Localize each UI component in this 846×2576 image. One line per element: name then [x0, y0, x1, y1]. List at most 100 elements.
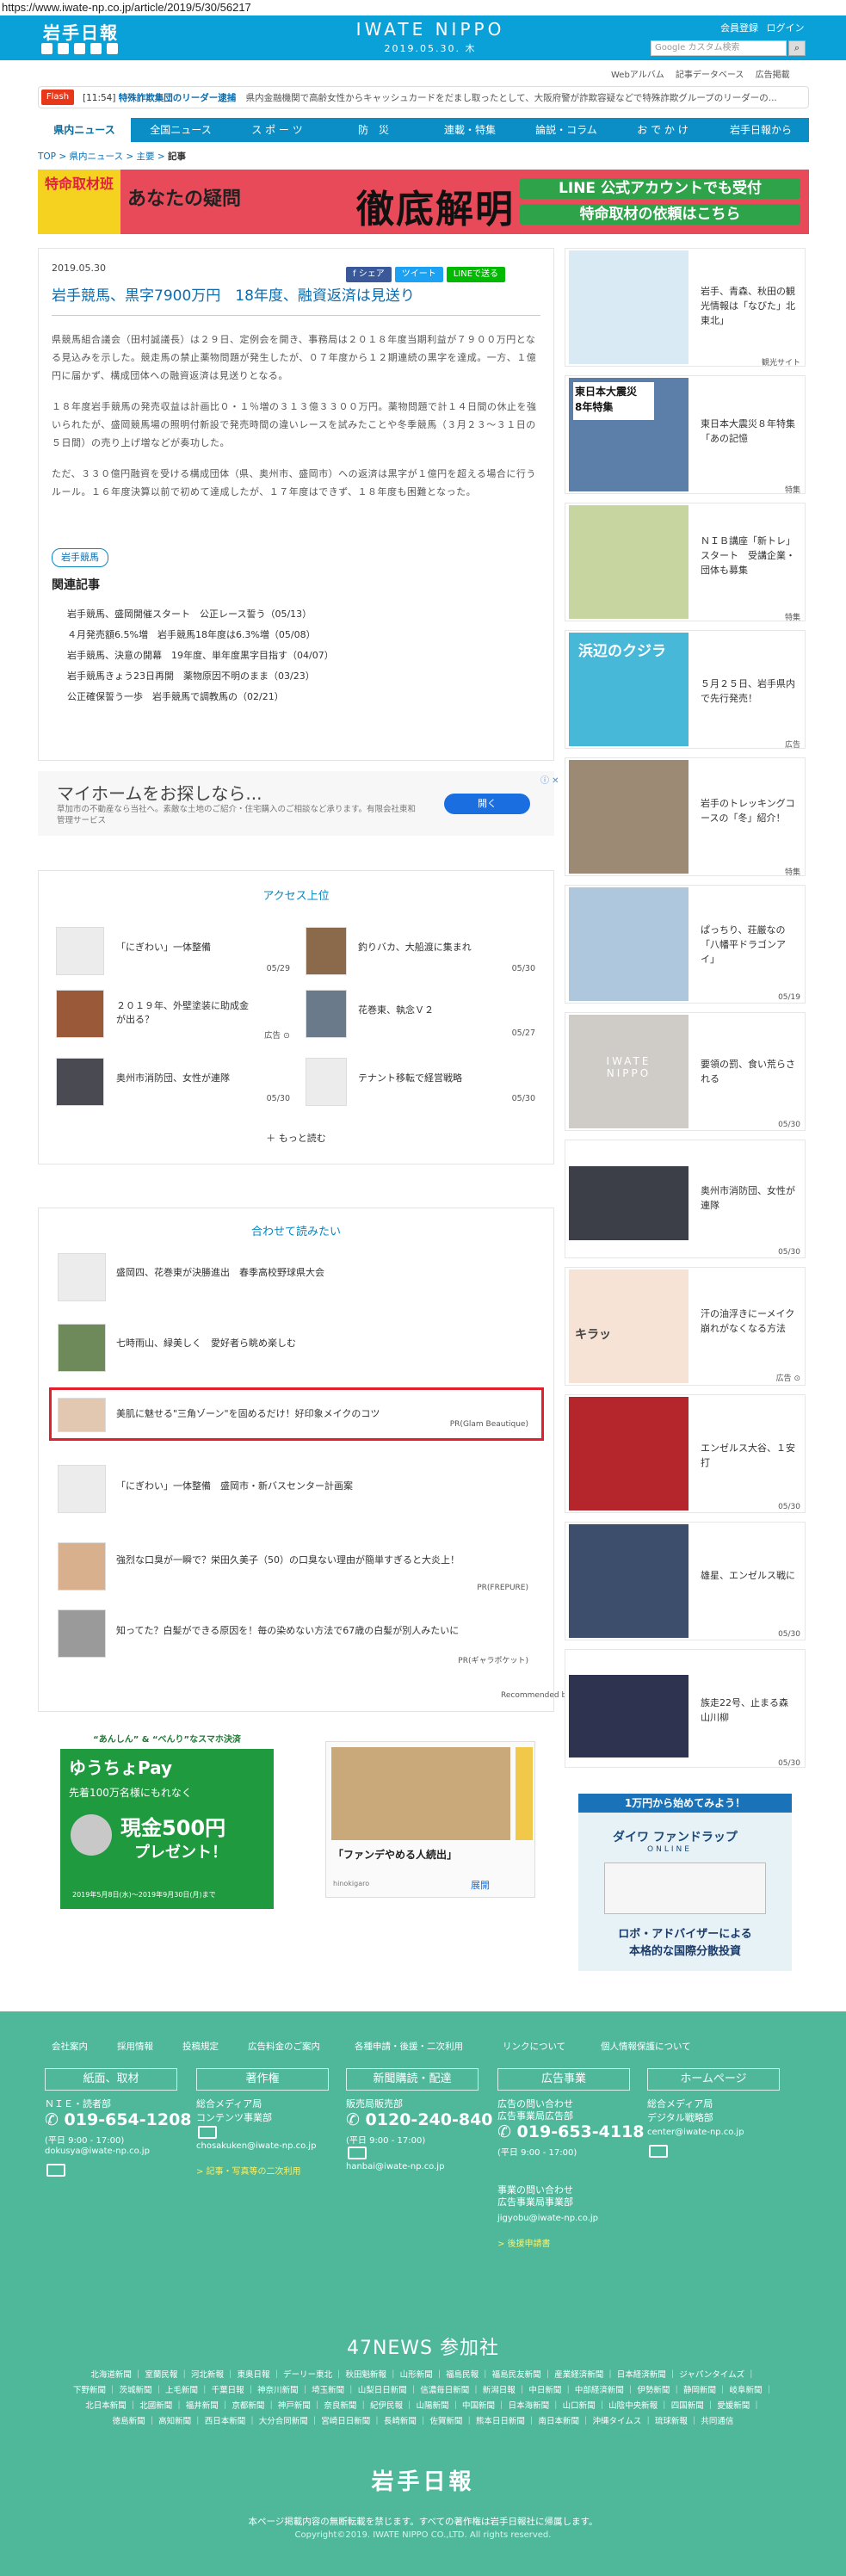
recommended-item[interactable]: 七時雨山、緑美しく 愛好者ら眺め楽しむ: [116, 1336, 296, 1350]
ranking-item-title[interactable]: 奥州市消防団、女性が連隊: [116, 1071, 230, 1084]
ad-placement-link[interactable]: 広告掲載: [756, 71, 790, 80]
footer-col3-phone[interactable]: ✆ 0120-240-840: [346, 2110, 493, 2129]
tab-series[interactable]: 連載・特集: [423, 118, 516, 142]
sidebar-card-text[interactable]: ＮＩＢ講座「新トレ」スタート 受講企業・団体も募集: [701, 534, 797, 578]
yucho-pay-ad[interactable]: “あんしん” & “べんり”なスマホ決済 ゆうちょPay 先着100万名様にもれ…: [60, 1732, 274, 1909]
ad-open-button[interactable]: 開く: [444, 794, 530, 814]
member-papers[interactable]: 徳島新聞 ｜ 高知新聞 ｜ 西日本新聞 ｜ 大分合同新聞 ｜ 宮崎日日新聞 ｜ …: [52, 2415, 794, 2428]
member-papers[interactable]: 北日本新聞 ｜ 北國新聞 ｜ 福井新聞 ｜ 京都新聞 ｜ 神戸新聞 ｜ 奈良新聞…: [52, 2400, 794, 2412]
ranking-item-title[interactable]: 釣りバカ、大船渡に集まれ: [358, 940, 472, 954]
youtube-icon[interactable]: [107, 43, 118, 54]
sidebar-card-text[interactable]: エンゼルス大谷、１安打: [701, 1441, 797, 1470]
footer-logo[interactable]: 岩手日報: [0, 2464, 846, 2496]
ranking-item-title[interactable]: 花巻東、執念Ｖ２: [358, 1003, 434, 1016]
article-thumbnail[interactable]: [58, 1465, 106, 1513]
banner-request-button[interactable]: 特命取材の依頼はこちら: [520, 204, 800, 225]
read-more-button[interactable]: ＋ もっと読む: [38, 1131, 554, 1145]
sidebar-card-text[interactable]: ５月２５日、岩手県内で先行発売！: [701, 676, 797, 706]
ranking-item-title[interactable]: ２０１９年、外壁塗装に助成金が出る？: [116, 998, 254, 1026]
article-thumbnail[interactable]: [56, 1058, 104, 1106]
sidebar-card-text[interactable]: 岩手のトレッキングコースの「冬」紹介！: [701, 796, 797, 825]
sidebar-card-text[interactable]: 奥州市消防団、女性が連隊: [701, 1183, 797, 1213]
search-icon[interactable]: ⌕: [788, 40, 806, 56]
member-papers[interactable]: 北海道新聞 ｜ 室蘭民報 ｜ 河北新報 ｜ 東奥日報 ｜ デーリー東北 ｜ 秋田…: [52, 2369, 794, 2381]
recommended-item[interactable]: 「にぎわい」一体整備 盛岡市・新バスセンター計画案: [116, 1479, 353, 1492]
sidebar-card-text[interactable]: 要領の罰、食い荒らされる: [701, 1057, 797, 1086]
tab-sports[interactable]: ス ポ ー ツ: [231, 118, 324, 142]
sidebar-card-text[interactable]: 族走22号、止まる森山川柳: [701, 1696, 797, 1725]
facebook-icon[interactable]: [58, 43, 69, 54]
tab-outing[interactable]: お で か け: [616, 118, 709, 142]
ad-close-icon[interactable]: ⓘ ✕: [540, 773, 559, 786]
tab-from-iwate-nippo[interactable]: 岩手日報から: [713, 118, 809, 142]
article-thumbnail[interactable]: [58, 1609, 106, 1658]
footer-link-privacy[interactable]: 個人情報保護について: [601, 2040, 691, 2053]
ad-title[interactable]: マイホームをお探しなら...: [57, 780, 262, 805]
site-logo[interactable]: 岩手日報: [43, 19, 119, 44]
instagram-icon[interactable]: [90, 43, 102, 54]
sidebar-card-text[interactable]: 雄星、エンゼルス戦に: [701, 1568, 797, 1583]
tag-iwate-keiba[interactable]: 岩手競馬: [52, 548, 108, 567]
article-thumbnail[interactable]: [58, 1542, 106, 1591]
footer-col1-phone[interactable]: ✆ 019-654-1208: [45, 2110, 192, 2129]
related-article-link[interactable]: 公正確保誓う一歩 岩手競馬で調教馬の（02/21）: [67, 689, 284, 703]
browser-url[interactable]: https://www.iwate-np.co.jp/article/2019/…: [0, 0, 846, 15]
flash-news[interactable]: [11:54] 特殊詐欺集団のリーダー逮捕 県内金融機関で高齢女性からキャッシュ…: [83, 91, 797, 104]
footer-link-applications[interactable]: 各種申請・後援・二次利用: [355, 2040, 463, 2053]
breadcrumb-main[interactable]: 主要: [137, 151, 155, 162]
recommended-item[interactable]: 強烈な口臭が一瞬で？栄田久美子（50）の口臭ない理由が簡単すぎると大炎上！: [116, 1553, 460, 1566]
article-thumbnail[interactable]: [56, 927, 104, 975]
footer-col2-link[interactable]: > 記事・写真等の二次利用: [196, 2164, 301, 2177]
flash-headline[interactable]: 特殊詐欺集団のリーダー逮捕: [119, 93, 237, 103]
tab-column[interactable]: 論説・コラム: [520, 118, 613, 142]
article-thumbnail[interactable]: [306, 990, 347, 1038]
article-thumbnail[interactable]: [306, 927, 347, 975]
article-thumbnail[interactable]: [56, 990, 104, 1038]
twitter-icon[interactable]: [41, 43, 52, 54]
footer-col5-mail[interactable]: center@iwate-np.co.jp: [647, 2128, 744, 2137]
banner-line-button[interactable]: LINE 公式アカウントでも受付: [520, 178, 800, 199]
furniture-ad[interactable]: 「ファンデやめる人続出」 hinokigaro 展開: [325, 1741, 535, 1898]
related-article-link[interactable]: ４月発売額6.5%増 岩手競馬18年度は6.3%増（05/08）: [67, 627, 316, 641]
footer-col4-phone[interactable]: ✆ 019-653-4118: [497, 2122, 645, 2141]
sidebar-card-text[interactable]: 汗の油浮きにーメイク崩れがなくなる方法: [701, 1307, 797, 1336]
login-link[interactable]: ログイン: [767, 22, 805, 34]
footer-col3-mail[interactable]: hanbai@iwate-np.co.jp: [346, 2162, 444, 2171]
furniture-ad-expand[interactable]: 展開: [471, 1878, 490, 1892]
daiwa-fundwrap-ad[interactable]: 1万円から始めてみよう！ ダイワ ファンドラップ ONLINE ロボ・アドバイザ…: [578, 1794, 792, 1971]
related-article-link[interactable]: 岩手競馬、決意の開幕 19年度、単年度黒字目指す（04/07）: [67, 648, 334, 662]
related-article-link[interactable]: 岩手競馬、盛岡開催スタート 公正レース誓う（05/13）: [67, 607, 312, 621]
recommended-item[interactable]: 盛岡四、花巻東が決勝進出 春季高校野球県大会: [116, 1265, 324, 1279]
facebook-share-button[interactable]: f シェア: [346, 267, 392, 282]
database-link[interactable]: 記事データベース: [676, 71, 744, 80]
ranking-item-title[interactable]: テナント移転で経営戦略: [358, 1071, 462, 1084]
sidebar-card-text[interactable]: 東日本大震災８年特集「あの記憶: [701, 417, 797, 446]
tab-disaster[interactable]: 防 災: [327, 118, 420, 142]
footer-link-company[interactable]: 会社案内: [52, 2040, 88, 2053]
mail-icon[interactable]: [348, 2147, 367, 2159]
footer-col2-mail[interactable]: chosakuken@iwate-np.co.jp: [196, 2141, 316, 2151]
footer-col1-mail[interactable]: dokusya@iwate-np.co.jp: [45, 2147, 150, 2156]
breadcrumb-top[interactable]: TOP: [38, 151, 56, 162]
article-thumbnail[interactable]: [58, 1324, 106, 1372]
recommended-item[interactable]: 知ってた？白髪ができる原因を！毎の染めない方法で67歳の白髪が別人みたいに: [116, 1623, 459, 1637]
article-thumbnail[interactable]: [58, 1253, 106, 1301]
mail-icon[interactable]: [46, 2164, 65, 2177]
breadcrumb-local[interactable]: 県内ニュース: [70, 151, 123, 162]
site-name[interactable]: IWATE NIPPO: [327, 19, 534, 40]
footer-col4-link[interactable]: > 後援申請書: [497, 2236, 551, 2249]
footer-link-ad-rates[interactable]: 広告料金のご案内: [248, 2040, 320, 2053]
register-link[interactable]: 会員登録: [720, 22, 758, 34]
line-share-button[interactable]: LINEで送る: [446, 267, 506, 282]
footer-link-links[interactable]: リンクについて: [503, 2040, 565, 2053]
article-thumbnail[interactable]: [306, 1058, 347, 1106]
footer-link-recruit[interactable]: 採用情報: [117, 2040, 153, 2053]
sidebar-card-text[interactable]: ぱっちり、荘厳なの「八幡平ドラゴンアイ」: [701, 923, 797, 967]
footer-col4-mail[interactable]: jigyobu@iwate-np.co.jp: [497, 2214, 598, 2223]
mail-icon[interactable]: [649, 2145, 668, 2158]
tab-local-news[interactable]: 県内ニュース: [38, 118, 131, 142]
ranking-item-title[interactable]: 「にぎわい」一体整備: [116, 940, 211, 954]
search-input[interactable]: Google カスタム検索: [651, 40, 787, 56]
sidebar-card-text[interactable]: 岩手、青森、秋田の観光情報は「なびた」北東北」: [701, 284, 797, 328]
special-report-banner[interactable]: 特命取材班 あなたの疑問 徹底解明 LINE 公式アカウントでも受付 特命取材の…: [38, 170, 809, 234]
